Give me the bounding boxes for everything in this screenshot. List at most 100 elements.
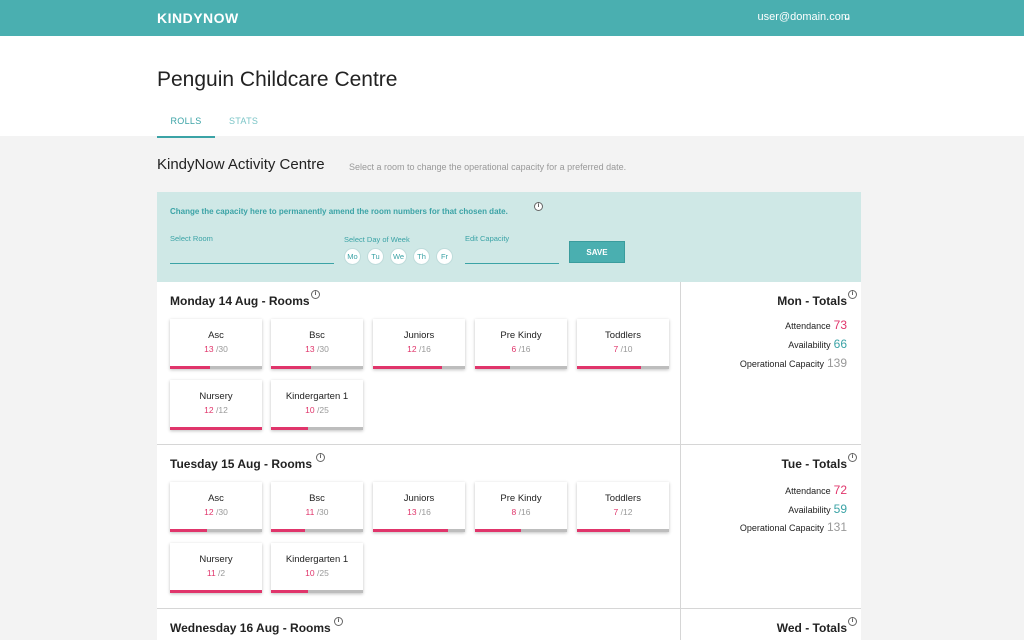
top-navbar: KINDYNOW user@domain.com ⌄ [0,0,1024,36]
capacity-bar-fill [475,366,510,369]
room-card-bsc[interactable]: Bsc 11 /30 [271,482,363,532]
room-card-juniors[interactable]: Juniors 13 /16 [373,482,465,532]
save-button[interactable]: SAVE [569,241,625,263]
room-count: 12 [204,507,214,517]
capacity-bar-fill [373,529,448,532]
op-capacity-value: 139 [826,356,847,370]
room-card-nursery[interactable]: Nursery 11 /2 [170,543,262,593]
room-name: Nursery [199,391,233,402]
room-card-toddlers[interactable]: Toddlers 7 /10 [577,319,669,369]
room-capacity: /30 [317,344,329,354]
room-card-pre-kindy[interactable]: Pre Kindy 8 /16 [475,482,567,532]
capacity-bar-fill [577,529,631,532]
room-counts: 13 /30 [271,344,363,354]
capacity-bar [271,590,363,593]
room-card-toddlers[interactable]: Toddlers 7 /12 [577,482,669,532]
user-menu[interactable]: user@domain.com [758,11,850,23]
info-icon[interactable]: i [334,617,343,626]
info-icon[interactable]: i [848,453,857,462]
capacity-bar [170,366,262,369]
capacity-bar [373,529,465,532]
info-icon[interactable]: i [848,290,857,299]
section-title: KindyNow Activity Centre [157,156,325,173]
room-name: Toddlers [605,330,641,341]
select-room-label: Select Room [170,234,213,243]
chevron-down-icon[interactable]: ⌄ [842,9,852,23]
day-toggle-fr[interactable]: Fr [436,248,453,265]
room-name: Juniors [403,330,435,341]
room-count: 12 [407,344,417,354]
capacity-bar [577,366,669,369]
attendance-value: 72 [833,483,847,497]
room-name: Asc [208,330,224,341]
room-capacity: /25 [317,405,329,415]
day-toggle-th[interactable]: Th [413,248,430,265]
room-counts: 7 /12 [577,507,669,517]
room-counts: 7 /10 [577,344,669,354]
capacity-bar-fill [271,366,311,369]
op-capacity-row: Operational Capacity 131 [740,520,847,534]
capacity-bar-fill [170,590,262,593]
day-title: Tuesday 15 Aug - Rooms [170,457,313,471]
edit-capacity-note: Change the capacity here to permanently … [170,207,508,216]
room-card-juniors[interactable]: Juniors 12 /16 [373,319,465,369]
capacity-bar [170,427,262,430]
room-name: Bsc [309,493,325,504]
capacity-bar-fill [170,529,207,532]
edit-capacity-input[interactable] [465,263,559,264]
day-toggle-tu[interactable]: Tu [367,248,384,265]
room-capacity: /16 [518,507,531,517]
page-header: Penguin Childcare Centre ROLLS STATS [0,36,1024,138]
room-card-pre-kindy[interactable]: Pre Kindy 6 /16 [475,319,567,369]
availability-label: Availability [788,505,831,515]
room-card-nursery[interactable]: Nursery 12 /12 [170,380,262,430]
room-count: 10 [305,405,315,415]
room-counts: 12 /16 [373,344,465,354]
capacity-bar [271,529,363,532]
attendance-value: 73 [833,318,847,332]
capacity-bar-fill [475,529,521,532]
capacity-bar [577,529,669,532]
day-panel-tuesday: Tuesday 15 Aug - Rooms i Asc 12 /30 Bsc … [157,445,861,609]
room-count: 13 [204,344,214,354]
op-capacity-label: Operational Capacity [739,523,824,533]
capacity-bar-fill [271,427,308,430]
op-capacity-value: 131 [826,520,847,534]
room-card-kindergarten-1[interactable]: Kindergarten 1 10 /25 [271,380,363,430]
day-toggle-mo[interactable]: Mo [344,248,361,265]
attendance-row: Attendance 73 [785,318,847,332]
room-name: Nursery [199,554,233,565]
room-card-bsc[interactable]: Bsc 13 /30 [271,319,363,369]
capacity-bar-fill [271,590,308,593]
select-room-input[interactable] [170,263,334,264]
tab-rolls[interactable]: ROLLS [157,116,215,138]
info-icon[interactable]: i [534,202,543,211]
day-panel-wednesday: Wednesday 16 Aug - Rooms i Wed - Totals … [157,609,861,640]
room-counts: 8 /16 [475,507,567,517]
room-counts: 12 /12 [170,405,262,415]
info-icon[interactable]: i [848,617,857,626]
room-card-kindergarten-1[interactable]: Kindergarten 1 10 /25 [271,543,363,593]
room-card-asc[interactable]: Asc 12 /30 [170,482,262,532]
room-counts: 13 /16 [373,507,465,517]
info-icon[interactable]: i [311,290,320,299]
room-name: Pre Kindy [500,493,542,504]
room-count: 6 [511,344,517,354]
info-icon[interactable]: i [316,453,325,462]
room-counts: 10 /25 [271,568,363,578]
room-name: Bsc [309,330,325,341]
room-name: Asc [208,493,224,504]
capacity-bar [475,529,567,532]
tab-stats[interactable]: STATS [229,116,258,126]
capacity-bar [271,366,363,369]
day-toggle-we[interactable]: We [390,248,407,265]
room-count: 12 [204,405,214,415]
room-counts: 12 /30 [170,507,262,517]
availability-row: Availability 59 [788,502,847,516]
capacity-bar [475,366,567,369]
availability-value: 66 [833,337,847,351]
room-card-asc[interactable]: Asc 13 /30 [170,319,262,369]
capacity-bar [271,427,363,430]
capacity-bar-fill [373,366,442,369]
brand-logo[interactable]: KINDYNOW [157,10,239,26]
